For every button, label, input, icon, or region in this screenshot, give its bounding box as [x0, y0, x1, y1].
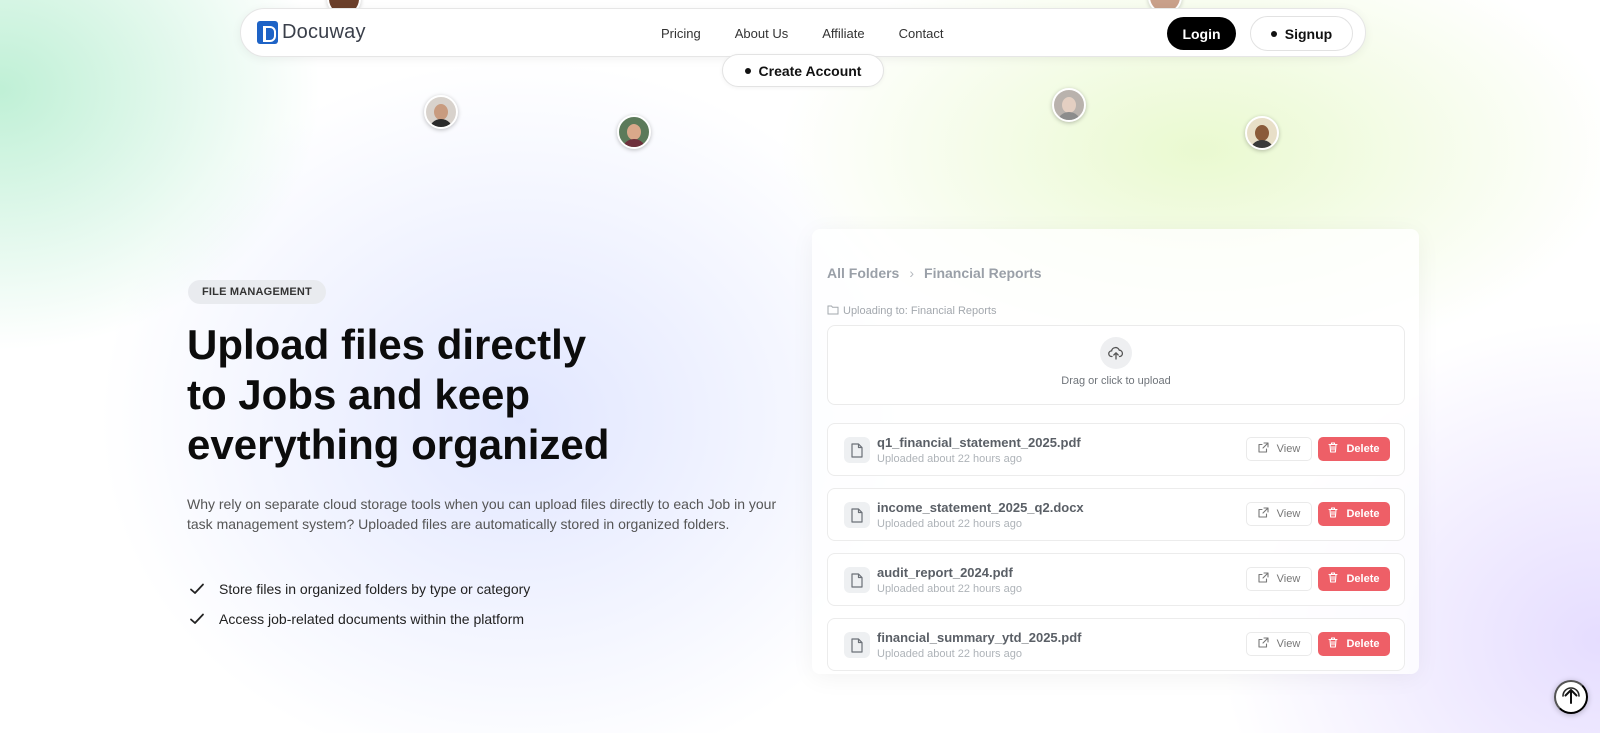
file-upload-time: Uploaded about 22 hours ago	[877, 648, 1022, 660]
login-button[interactable]: Login	[1167, 17, 1236, 50]
dropzone-text: Drag or click to upload	[1061, 375, 1171, 387]
file-upload-time: Uploaded about 22 hours ago	[877, 518, 1022, 530]
logo[interactable]: Docuway	[257, 21, 366, 44]
external-link-icon	[1258, 507, 1269, 521]
avatar	[1052, 88, 1086, 122]
trash-icon	[1328, 637, 1339, 651]
file-name: q1_financial_statement_2025.pdf	[877, 435, 1081, 450]
file-upload-time: Uploaded about 22 hours ago	[877, 453, 1022, 465]
feature-text: Store files in organized folders by type…	[219, 581, 531, 597]
view-label: View	[1276, 443, 1301, 455]
upload-target-text: Uploading to: Financial Reports	[843, 305, 997, 317]
chevron-right-icon: ›	[909, 265, 915, 281]
file-row: audit_report_2024.pdf Uploaded about 22 …	[827, 553, 1405, 606]
create-account-label: Create Account	[758, 62, 862, 79]
check-icon	[189, 581, 209, 597]
file-name: audit_report_2024.pdf	[877, 565, 1013, 580]
breadcrumb-all-folders[interactable]: All Folders	[827, 265, 899, 281]
signup-button[interactable]: Signup	[1250, 16, 1353, 51]
feature-item: Store files in organized folders by type…	[189, 574, 530, 604]
view-button[interactable]: View	[1246, 502, 1312, 526]
nav-link-affiliate[interactable]: Affiliate	[822, 26, 864, 41]
view-label: View	[1276, 638, 1301, 650]
view-button[interactable]: View	[1246, 437, 1312, 461]
delete-button[interactable]: Delete	[1318, 437, 1390, 461]
trash-icon	[1328, 507, 1339, 521]
headline-line: everything organized	[187, 421, 610, 468]
logo-text: Docuway	[282, 21, 366, 43]
view-label: View	[1276, 573, 1301, 585]
breadcrumb: All Folders › Financial Reports	[827, 265, 1042, 281]
file-icon	[844, 502, 870, 528]
view-button[interactable]: View	[1246, 632, 1312, 656]
arrow-up-icon	[1560, 685, 1582, 710]
file-icon	[844, 567, 870, 593]
avatar	[1245, 116, 1279, 150]
navbar: Docuway Pricing About Us Affiliate Conta…	[240, 8, 1366, 57]
nav-link-pricing[interactable]: Pricing	[661, 26, 701, 41]
cloud-upload-icon	[1100, 337, 1132, 369]
delete-button[interactable]: Delete	[1318, 632, 1390, 656]
trash-icon	[1328, 442, 1339, 456]
trash-icon	[1328, 572, 1339, 586]
breadcrumb-current-folder: Financial Reports	[924, 265, 1042, 281]
view-button[interactable]: View	[1246, 567, 1312, 591]
signup-label: Signup	[1284, 25, 1333, 42]
headline-line: to Jobs and keep	[187, 371, 531, 418]
check-icon	[189, 611, 209, 627]
create-account-button[interactable]: Create Account	[722, 54, 884, 87]
view-label: View	[1276, 508, 1301, 520]
external-link-icon	[1258, 637, 1269, 651]
file-upload-time: Uploaded about 22 hours ago	[877, 583, 1022, 595]
avatar	[424, 95, 458, 129]
delete-label: Delete	[1346, 573, 1380, 585]
section-badge: FILE MANAGEMENT	[188, 280, 326, 304]
external-link-icon	[1258, 442, 1269, 456]
delete-label: Delete	[1346, 443, 1380, 455]
dot-icon	[744, 67, 751, 74]
dot-icon	[1270, 30, 1277, 37]
file-row: q1_financial_statement_2025.pdf Uploaded…	[827, 423, 1405, 476]
folder-icon	[827, 304, 839, 318]
feature-item: Access job-related documents within the …	[189, 604, 530, 634]
delete-button[interactable]: Delete	[1318, 567, 1390, 591]
section-description: Why rely on separate cloud storage tools…	[187, 496, 777, 532]
delete-label: Delete	[1346, 508, 1380, 520]
feature-text: Access job-related documents within the …	[219, 611, 525, 627]
feature-list: Store files in organized folders by type…	[189, 574, 530, 634]
file-icon	[844, 632, 870, 658]
docuway-logo-icon	[257, 21, 278, 44]
external-link-icon	[1258, 572, 1269, 586]
file-row: financial_summary_ytd_2025.pdf Uploaded …	[827, 618, 1405, 671]
file-name: financial_summary_ytd_2025.pdf	[877, 630, 1082, 645]
headline-line: Upload files directly	[187, 321, 587, 368]
nav-link-contact[interactable]: Contact	[899, 26, 944, 41]
file-row: income_statement_2025_q2.docx Uploaded a…	[827, 488, 1405, 541]
file-icon	[844, 437, 870, 463]
nav-link-about-us[interactable]: About Us	[735, 26, 788, 41]
file-name: income_statement_2025_q2.docx	[877, 500, 1084, 515]
scroll-to-top-button[interactable]	[1554, 680, 1588, 714]
page-title: Upload files directly to Jobs and keep e…	[187, 320, 707, 470]
file-manager-panel: All Folders › Financial Reports Uploadin…	[812, 229, 1419, 674]
upload-dropzone[interactable]: Drag or click to upload	[827, 325, 1405, 405]
nav-links: Pricing About Us Affiliate Contact	[661, 9, 943, 58]
delete-label: Delete	[1346, 638, 1380, 650]
delete-button[interactable]: Delete	[1318, 502, 1390, 526]
avatar	[617, 115, 651, 149]
upload-target: Uploading to: Financial Reports	[827, 304, 996, 318]
